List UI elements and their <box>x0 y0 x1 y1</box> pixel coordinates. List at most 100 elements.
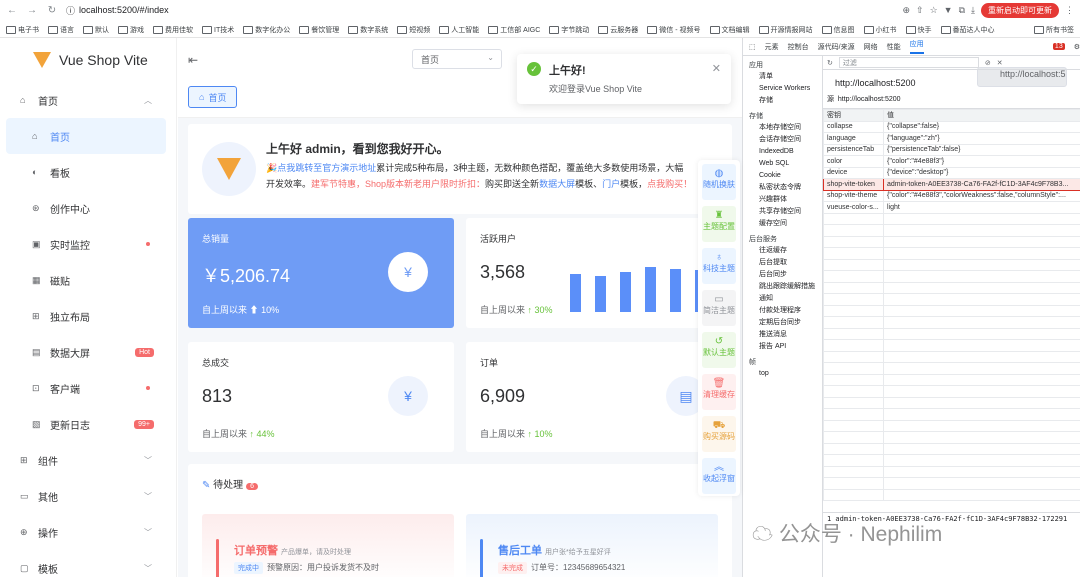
quick-action-button[interactable]: ▭简洁主题 <box>702 290 736 326</box>
forward-icon[interactable]: → <box>26 5 38 16</box>
sidebar-item[interactable]: ⊡客户端 <box>0 370 176 406</box>
bookmark-item[interactable]: 默认 <box>83 25 109 35</box>
column-header-value[interactable]: 值 <box>884 110 1080 122</box>
quick-action-button[interactable]: ♜主题配置 <box>702 206 736 242</box>
bookmark-item[interactable]: 游戏 <box>118 25 144 35</box>
tree-item[interactable]: top <box>743 368 822 380</box>
tree-item[interactable]: Service Workers <box>743 83 822 95</box>
bookmark-item[interactable]: 微信 - 视频号 <box>647 25 700 35</box>
tree-item[interactable]: 往返缓存 <box>743 245 822 257</box>
route-select[interactable]: 首页⌄ <box>412 49 502 69</box>
quick-action-button[interactable]: ◍随机换肤 <box>702 164 736 200</box>
sidebar-item[interactable]: ⊞组件﹀ <box>0 442 176 478</box>
tree-item[interactable]: IndexedDB <box>743 146 822 158</box>
url-field[interactable]: ⓘlocalhost:5200/#/index <box>66 4 169 17</box>
bookmark-item[interactable]: 文档编辑 <box>710 25 750 35</box>
sidebar-item[interactable]: ⊞独立布局 <box>0 298 176 334</box>
close-icon[interactable]: ✕ <box>712 62 721 75</box>
tree-item[interactable]: 跳出跟踪缓解措施 <box>743 281 822 293</box>
bookmark-item[interactable]: IT技术 <box>202 25 234 35</box>
quick-action-button[interactable]: ⛟购买源码 <box>702 416 736 452</box>
bookmark-item[interactable]: 短视频 <box>397 25 430 35</box>
puzzle-icon[interactable]: ⧉ <box>959 5 965 16</box>
inspect-icon[interactable]: ⬚ <box>749 43 756 51</box>
bookmark-item[interactable]: 字节跳动 <box>549 25 589 35</box>
filter-input[interactable]: 过滤 <box>839 57 979 68</box>
bookmark-item[interactable]: 费用佳软 <box>153 25 193 35</box>
sidebar-item[interactable]: ⊛创作中心 <box>0 190 176 226</box>
bookmark-item[interactable]: 数字化办公 <box>243 25 290 35</box>
table-row[interactable]: shop-vite-tokenadmin-token-A0EE3738-Ca76… <box>824 179 1080 191</box>
devtools-tab[interactable]: 元素 <box>765 42 779 52</box>
tree-item[interactable]: 兴趣群体 <box>743 194 822 206</box>
tree-item[interactable]: 共享存储空间 <box>743 206 822 218</box>
bookmark-item[interactable]: 云服务器 <box>598 25 638 35</box>
buy-link[interactable]: 点我购买！ <box>647 179 692 189</box>
bookmark-item[interactable]: 小红书 <box>864 25 897 35</box>
bookmark-item[interactable]: 工信部 AIGC <box>488 25 540 35</box>
sidebar-item[interactable]: ⌂首页︿ <box>0 82 176 118</box>
column-header-key[interactable]: 密钥 <box>824 110 884 122</box>
todo-card-alert[interactable]: 订单预警产品爆单，请及时处理 完成中预警原因：用户投诉发货不及时 <box>202 514 454 577</box>
tree-item[interactable]: 后台同步 <box>743 269 822 281</box>
tab-home[interactable]: ⌂首页 <box>188 86 237 108</box>
sidebar-item[interactable]: ⌂首页 <box>6 118 166 154</box>
tree-item[interactable]: 通知 <box>743 293 822 305</box>
devtools-tab[interactable]: 源代码/来源 <box>818 42 855 52</box>
table-row[interactable]: color{"color":"#4e88f3"} <box>824 156 1080 168</box>
table-row[interactable]: shop-vite-theme{"color":"#4e88f3","color… <box>824 190 1080 202</box>
all-bookmarks[interactable]: 所有书签 <box>1034 25 1074 35</box>
tree-item[interactable]: 定期后台同步 <box>743 317 822 329</box>
tree-item[interactable]: 缓存空间 <box>743 218 822 230</box>
bookmark-item[interactable]: 快手 <box>906 25 932 35</box>
tree-item[interactable]: 后台提取 <box>743 257 822 269</box>
share-icon[interactable]: ⇧ <box>916 5 924 16</box>
bookmark-item[interactable]: 电子书 <box>6 25 39 35</box>
table-row[interactable]: device{"device":"desktop"} <box>824 167 1080 179</box>
tree-item[interactable]: 存储 <box>743 95 822 107</box>
quick-action-button[interactable]: ↺默认主题 <box>702 332 736 368</box>
delete-icon[interactable]: ✕ <box>997 59 1003 67</box>
sidebar-item[interactable]: ▢模板﹀ <box>0 550 176 586</box>
tree-item[interactable]: 本地存储空间 <box>743 122 822 134</box>
tree-item[interactable]: Web SQL <box>743 158 822 170</box>
star-icon[interactable]: ☆ <box>930 5 938 16</box>
demo-link[interactable]: 点我跳转至官方演示地址 <box>277 163 376 173</box>
clear-icon[interactable]: ⊘ <box>985 59 991 67</box>
bookmark-item[interactable]: 开源情报网站 <box>759 25 813 35</box>
table-row[interactable]: language{"language":"zh"} <box>824 133 1080 145</box>
tree-item[interactable]: Cookie <box>743 170 822 182</box>
sidebar-item[interactable]: ▭其他﹀ <box>0 478 176 514</box>
settings-icon[interactable]: ⚙ <box>1074 43 1080 51</box>
reload-icon[interactable]: ↻ <box>46 5 58 16</box>
sidebar-item[interactable]: ▣实时监控 <box>0 226 176 262</box>
download-icon[interactable]: ⤓ <box>971 5 975 16</box>
tree-item[interactable]: 推送消息 <box>743 329 822 341</box>
bookmark-item[interactable]: 语言 <box>48 25 74 35</box>
extension-icon[interactable]: ▼ <box>944 5 953 15</box>
devtools-tab[interactable]: 网络 <box>864 42 878 52</box>
zoom-icon[interactable]: ⊕ <box>902 5 910 16</box>
menu-icon[interactable]: ⋮ <box>1065 5 1074 16</box>
tree-item[interactable]: 私密状态令牌 <box>743 182 822 194</box>
tree-item[interactable]: 清单 <box>743 71 822 83</box>
tree-item[interactable]: 付款处理程序 <box>743 305 822 317</box>
bookmark-item[interactable]: 信息图 <box>822 25 855 35</box>
quick-action-button[interactable]: 🗑清理缓存 <box>702 374 736 410</box>
sidebar-item[interactable]: ▧更新日志99+ <box>0 406 176 442</box>
table-row[interactable]: persistenceTab{"persistenceTab":false} <box>824 144 1080 156</box>
bookmark-item[interactable]: 数字系统 <box>348 25 388 35</box>
error-count-badge[interactable]: 13 <box>1053 43 1065 50</box>
quick-action-button[interactable]: ♁科技主题 <box>702 248 736 284</box>
bigscreen-link[interactable]: 数据大屏 <box>539 179 575 189</box>
sidebar-item[interactable]: ▦磁贴 <box>0 262 176 298</box>
bookmark-item[interactable]: 人工智能 <box>439 25 479 35</box>
devtools-tab[interactable]: 应用 <box>910 39 924 54</box>
back-icon[interactable]: ← <box>6 5 18 16</box>
quick-action-button[interactable]: ︽收起浮窗 <box>702 458 736 494</box>
tree-item[interactable]: 会话存储空间 <box>743 134 822 146</box>
sidebar-item[interactable]: ▤数据大屏Hot <box>0 334 176 370</box>
tree-item[interactable]: 报告 API <box>743 341 822 353</box>
collapse-sidebar-icon[interactable]: ⇤ <box>188 53 198 67</box>
devtools-tab[interactable]: 性能 <box>887 42 901 52</box>
